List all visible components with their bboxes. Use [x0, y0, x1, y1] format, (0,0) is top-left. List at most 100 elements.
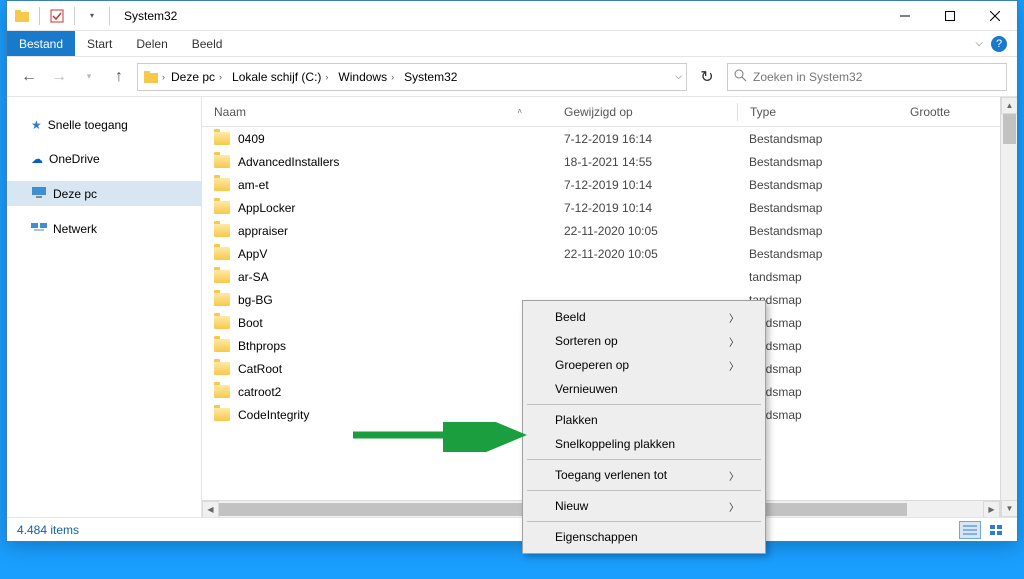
- chevron-right-icon[interactable]: ›: [162, 72, 165, 82]
- context-menu-item[interactable]: Snelkoppeling plakken: [525, 432, 763, 456]
- refresh-button[interactable]: ↻: [693, 63, 721, 91]
- file-name: bg-BG: [238, 293, 273, 307]
- close-button[interactable]: [972, 1, 1017, 31]
- file-date: 7-12-2019 10:14: [552, 178, 737, 192]
- thumbnails-view-button[interactable]: [985, 521, 1007, 539]
- file-date: 7-12-2019 16:14: [552, 132, 737, 146]
- sidebar-item-onedrive[interactable]: ☁ OneDrive: [7, 147, 201, 171]
- column-header-type[interactable]: Type: [738, 105, 898, 119]
- column-header-size[interactable]: Grootte: [898, 105, 1000, 119]
- context-menu-item[interactable]: Beeld〉: [525, 305, 763, 329]
- minimize-button[interactable]: [882, 1, 927, 31]
- file-name: AppLocker: [238, 201, 295, 215]
- recent-dropdown-icon[interactable]: ▾: [77, 65, 101, 89]
- up-button[interactable]: ↑: [107, 65, 131, 89]
- file-type: Bestandsmap: [737, 201, 897, 215]
- table-row[interactable]: AdvancedInstallers18-1-2021 14:55Bestand…: [202, 150, 1000, 173]
- folder-icon: [214, 178, 230, 191]
- column-header-name[interactable]: Naam˄: [202, 105, 552, 119]
- column-header-date[interactable]: Gewijzigd op: [552, 105, 737, 119]
- search-placeholder: Zoeken in System32: [753, 70, 862, 84]
- file-name: Bthprops: [238, 339, 286, 353]
- back-button[interactable]: ←: [17, 65, 41, 89]
- breadcrumb-seg[interactable]: System32: [400, 70, 461, 84]
- folder-icon: [214, 224, 230, 237]
- context-menu-separator: [527, 404, 761, 405]
- sidebar-item-label: Deze pc: [53, 187, 97, 201]
- table-row[interactable]: AppV22-11-2020 10:05Bestandsmap: [202, 242, 1000, 265]
- context-menu-separator: [527, 490, 761, 491]
- scroll-thumb[interactable]: [1003, 114, 1016, 144]
- file-name: ar-SA: [238, 270, 269, 284]
- address-bar[interactable]: › Deze pc› Lokale schijf (C:)› Windows› …: [137, 63, 687, 91]
- chevron-right-icon: 〉: [729, 499, 739, 514]
- column-headers: Naam˄ Gewijzigd op Type Grootte: [202, 97, 1000, 127]
- file-name: 0409: [238, 132, 265, 146]
- folder-icon: [214, 339, 230, 352]
- sidebar-item-label: Snelle toegang: [48, 118, 128, 132]
- context-menu-item[interactable]: Groeperen op〉: [525, 353, 763, 377]
- chevron-right-icon: 〉: [729, 334, 739, 349]
- folder-icon: [214, 316, 230, 329]
- maximize-button[interactable]: [927, 1, 972, 31]
- ribbon: Bestand Start Delen Beeld ⌵ ?: [7, 31, 1017, 57]
- file-date: 22-11-2020 10:05: [552, 224, 737, 238]
- properties-icon[interactable]: [48, 7, 66, 25]
- scroll-left-button[interactable]: ◀: [202, 501, 219, 518]
- table-row[interactable]: appraiser22-11-2020 10:05Bestandsmap: [202, 219, 1000, 242]
- scroll-up-button[interactable]: ▲: [1001, 97, 1017, 114]
- cloud-icon: ☁: [31, 152, 43, 166]
- table-row[interactable]: 04097-12-2019 16:14Bestandsmap: [202, 127, 1000, 150]
- ribbon-expand-icon[interactable]: ⌵: [975, 38, 983, 49]
- table-row[interactable]: ar-SA tandsmap: [202, 265, 1000, 288]
- search-input[interactable]: Zoeken in System32: [727, 63, 1007, 91]
- sidebar-item-this-pc[interactable]: Deze pc: [7, 181, 201, 206]
- folder-icon: [214, 293, 230, 306]
- folder-icon: [214, 155, 230, 168]
- vertical-scrollbar[interactable]: ▲ ▼: [1000, 97, 1017, 517]
- file-name: appraiser: [238, 224, 288, 238]
- context-menu-item[interactable]: Eigenschappen: [525, 525, 763, 549]
- chevron-right-icon: 〉: [729, 358, 739, 373]
- context-menu-item[interactable]: Nieuw〉: [525, 494, 763, 518]
- ribbon-tab-file[interactable]: Bestand: [7, 31, 75, 56]
- file-name: CatRoot: [238, 362, 282, 376]
- ribbon-tab-view[interactable]: Beeld: [180, 31, 235, 56]
- table-row[interactable]: AppLocker 7-12-2019 10:14Bestandsmap: [202, 196, 1000, 219]
- folder-icon: [214, 247, 230, 260]
- folder-icon: [214, 132, 230, 145]
- file-type: Bestandsmap: [737, 178, 897, 192]
- breadcrumb-seg[interactable]: Deze pc›: [167, 70, 226, 84]
- sidebar-item-network[interactable]: Netwerk: [7, 216, 201, 241]
- address-dropdown-icon[interactable]: ⌵: [675, 71, 682, 82]
- help-icon[interactable]: ?: [991, 36, 1007, 52]
- sidebar-item-quick-access[interactable]: ★ Snelle toegang: [7, 113, 201, 137]
- file-name: AppV: [238, 247, 267, 261]
- ribbon-tab-start[interactable]: Start: [75, 31, 124, 56]
- forward-button[interactable]: →: [47, 65, 71, 89]
- table-row[interactable]: am-et7-12-2019 10:14Bestandsmap: [202, 173, 1000, 196]
- nav-pane: ★ Snelle toegang ☁ OneDrive Deze pc Netw…: [7, 97, 202, 517]
- folder-icon: [142, 68, 160, 86]
- context-menu-item[interactable]: Plakken: [525, 408, 763, 432]
- ribbon-tab-share[interactable]: Delen: [124, 31, 179, 56]
- scroll-right-button[interactable]: ▶: [983, 501, 1000, 518]
- file-date: 7-12-2019 10:14: [552, 201, 737, 215]
- sidebar-item-label: Netwerk: [53, 222, 97, 236]
- context-menu-item[interactable]: Sorteren op〉: [525, 329, 763, 353]
- scroll-down-button[interactable]: ▼: [1001, 500, 1017, 517]
- file-date: 22-11-2020 10:05: [552, 247, 737, 261]
- breadcrumb-seg[interactable]: Windows›: [334, 70, 398, 84]
- file-type: tandsmap: [737, 270, 897, 284]
- details-view-button[interactable]: [959, 521, 981, 539]
- folder-icon: [214, 408, 230, 421]
- context-menu-item[interactable]: Toegang verlenen tot〉: [525, 463, 763, 487]
- context-menu: Beeld〉Sorteren op〉Groeperen op〉Vernieuwe…: [522, 300, 766, 554]
- chevron-right-icon: 〉: [729, 468, 739, 483]
- sort-indicator-icon: ˄: [517, 107, 522, 116]
- breadcrumb-seg[interactable]: Lokale schijf (C:)›: [228, 70, 332, 84]
- status-bar: 4.484 items: [7, 517, 1017, 541]
- context-menu-item[interactable]: Vernieuwen: [525, 377, 763, 401]
- qat-dropdown-icon[interactable]: ▾: [83, 7, 101, 25]
- title-bar: ▾ System32: [7, 1, 1017, 31]
